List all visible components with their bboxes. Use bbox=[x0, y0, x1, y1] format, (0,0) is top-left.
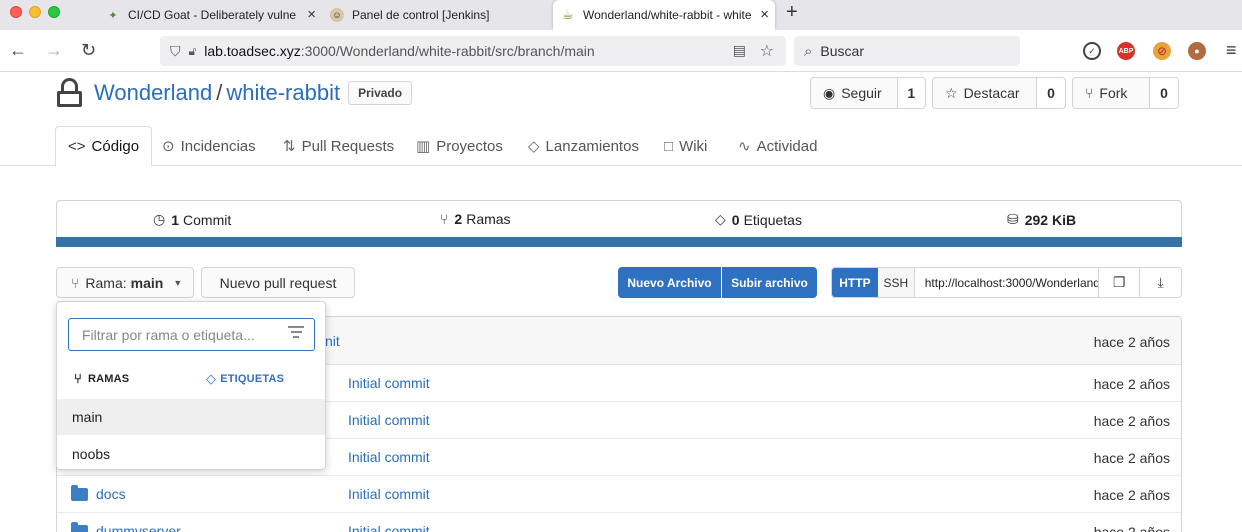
book-icon: □ bbox=[664, 137, 674, 155]
new-pull-request-button[interactable]: Nuevo pull request bbox=[201, 267, 355, 298]
branch-item-noobs[interactable]: noobs bbox=[57, 436, 325, 472]
download-icon[interactable]: ⤓ bbox=[1140, 268, 1181, 297]
pocket-icon[interactable]: ✓ bbox=[1083, 42, 1101, 60]
tab-wiki[interactable]: □ Wiki bbox=[664, 126, 707, 166]
reload-icon[interactable]: ↻ bbox=[81, 40, 96, 60]
tab-issues[interactable]: ⊙ Incidencias bbox=[162, 126, 256, 166]
eye-icon: ◉ bbox=[823, 84, 836, 101]
issue-circle-icon: ⊙ bbox=[162, 138, 175, 155]
shield-icon[interactable]: ⛉ bbox=[170, 43, 181, 60]
private-lock-icon bbox=[56, 78, 84, 108]
reader-view-icon[interactable]: ▤ bbox=[733, 42, 746, 59]
close-tab-icon[interactable]: × bbox=[760, 7, 769, 22]
browser-tab-cicd-goat[interactable]: ✦ CI/CD Goat - Deliberately vulner × bbox=[106, 0, 322, 30]
table-row[interactable]: dummyserver Initial commit hace 2 años bbox=[57, 513, 1181, 532]
no-script-icon[interactable]: ⊘ bbox=[1153, 42, 1171, 60]
branch-dropdown-menu: Filtrar por rama o etiqueta... ⑂ RAMAS ◇… bbox=[56, 301, 326, 470]
search-icon: ⌕ bbox=[804, 42, 813, 60]
fork-button[interactable]: ⑂ Fork 0 bbox=[1072, 77, 1179, 109]
branch-icon: ⑂ bbox=[71, 274, 80, 291]
search-bar[interactable]: ⌕ Buscar bbox=[794, 36, 1020, 66]
project-board-icon: ▥ bbox=[416, 138, 431, 155]
watch-count[interactable]: 1 bbox=[898, 78, 925, 108]
pull-request-icon: ⇅ bbox=[283, 138, 296, 155]
clone-url-input[interactable]: http://localhost:3000/Wonderland/white-r… bbox=[915, 268, 1100, 297]
browser-tab-jenkins[interactable]: ☺ Panel de control [Jenkins] bbox=[330, 0, 546, 30]
repo-header: Wonderland / white-rabbit Privado bbox=[56, 76, 413, 110]
back-arrow-icon[interactable]: ← bbox=[9, 40, 27, 60]
repo-owner-link[interactable]: Wonderland bbox=[94, 80, 212, 106]
folder-icon bbox=[71, 521, 88, 532]
new-tab-icon[interactable]: + bbox=[786, 1, 798, 24]
gitea-favicon-icon: ☕ bbox=[562, 7, 574, 22]
watch-button[interactable]: ◉ Seguir 1 bbox=[810, 77, 926, 109]
branch-icon: ⑂ bbox=[440, 211, 449, 227]
latest-commit-time: hace 2 años bbox=[1093, 334, 1170, 350]
ssh-toggle[interactable]: SSH bbox=[877, 268, 915, 297]
tab-releases[interactable]: ◇ Lanzamientos bbox=[528, 126, 639, 166]
tab-branches[interactable]: ⑂ RAMAS bbox=[74, 371, 129, 386]
tags-stat[interactable]: ◇ 0 Etiquetas bbox=[715, 211, 802, 228]
language-bar[interactable] bbox=[56, 237, 1182, 247]
latest-commit-message[interactable]: nit bbox=[325, 333, 340, 349]
code-icon: <> bbox=[68, 138, 86, 155]
tag-icon: ◇ bbox=[206, 371, 217, 386]
bookmark-star-icon[interactable]: ☆ bbox=[760, 41, 774, 61]
history-icon: ◷ bbox=[153, 211, 166, 227]
url-bar[interactable]: ⛉ 🔓︎ lab.toadsec.xyz :3000/Wonderland/wh… bbox=[160, 36, 786, 66]
tab-tags[interactable]: ◇ ETIQUETAS bbox=[206, 371, 284, 387]
jenkins-favicon-icon: ☺ bbox=[330, 8, 344, 22]
branch-selector-button[interactable]: ⑂ Rama: main ▼ bbox=[56, 267, 194, 298]
size-stat: ⛁ 292 KiB bbox=[1007, 211, 1077, 228]
tag-icon: ◇ bbox=[715, 211, 726, 227]
forward-arrow-icon[interactable]: → bbox=[45, 40, 63, 60]
url-path: :3000/Wonderland/white-rabbit/src/branch… bbox=[300, 43, 595, 59]
filter-icon bbox=[288, 326, 304, 341]
upload-file-button[interactable]: Subir archivo bbox=[722, 267, 817, 298]
commits-stat[interactable]: ◷ 1 Commit bbox=[153, 211, 231, 228]
repo-nav-tabs: <> Código ⊙ Incidencias ⇅ Pull Requests ▥ Pr… bbox=[0, 126, 1242, 167]
tab-pull-requests[interactable]: ⇅ Pull Requests bbox=[283, 126, 394, 166]
window-minimize-button[interactable] bbox=[29, 6, 41, 18]
goat-favicon-icon: ✦ bbox=[108, 9, 118, 22]
pulse-icon: ∿ bbox=[738, 138, 751, 155]
table-row[interactable]: docs Initial commit hace 2 años bbox=[57, 476, 1181, 513]
insecure-lock-icon[interactable]: 🔓︎ bbox=[189, 44, 197, 59]
clone-url-box: HTTP SSH http://localhost:3000/Wonderlan… bbox=[831, 267, 1182, 298]
copy-clipboard-icon[interactable]: ❐ bbox=[1099, 268, 1141, 297]
http-toggle[interactable]: HTTP bbox=[832, 268, 878, 297]
url-host: lab.toadsec.xyz bbox=[204, 43, 301, 59]
repo-name-link[interactable]: white-rabbit bbox=[226, 80, 340, 106]
tab-activity[interactable]: ∿ Actividad bbox=[738, 126, 817, 166]
window-zoom-button[interactable] bbox=[48, 6, 60, 18]
close-tab-icon[interactable]: × bbox=[307, 7, 316, 22]
database-icon: ⛁ bbox=[1007, 211, 1019, 227]
branch-filter-input[interactable]: Filtrar por rama o etiqueta... bbox=[68, 318, 315, 351]
fork-count[interactable]: 0 bbox=[1150, 78, 1178, 108]
branches-stat[interactable]: ⑂ 2 Ramas bbox=[440, 211, 511, 227]
visibility-badge: Privado bbox=[348, 81, 413, 105]
star-count[interactable]: 0 bbox=[1037, 78, 1065, 108]
browser-tab-white-rabbit[interactable]: ☕ Wonderland/white-rabbit - white × bbox=[553, 0, 775, 30]
browser-tab-bar: ✦ CI/CD Goat - Deliberately vulner × ☺ P… bbox=[0, 0, 1242, 30]
adblock-plus-icon[interactable]: ABP bbox=[1117, 42, 1135, 60]
folder-icon bbox=[71, 484, 88, 501]
branch-item-main[interactable]: main bbox=[57, 399, 325, 435]
tag-icon: ◇ bbox=[528, 138, 540, 155]
tab-projects[interactable]: ▥ Proyectos bbox=[416, 126, 503, 166]
branch-icon: ⑂ bbox=[74, 371, 82, 386]
star-button[interactable]: ☆ Destacar 0 bbox=[932, 77, 1066, 109]
caret-down-icon: ▼ bbox=[173, 277, 183, 288]
cookie-icon[interactable]: ● bbox=[1188, 42, 1206, 60]
browser-nav-bar: ← → ↻ ⛉ 🔓︎ lab.toadsec.xyz :3000/Wonderl… bbox=[0, 30, 1242, 72]
window-close-button[interactable] bbox=[10, 6, 22, 18]
hamburger-menu-icon[interactable]: ≡ bbox=[1226, 40, 1237, 61]
fork-icon: ⑂ bbox=[1085, 85, 1094, 101]
star-icon: ☆ bbox=[945, 84, 958, 101]
new-file-button[interactable]: Nuevo Archivo bbox=[618, 267, 721, 298]
tab-code[interactable]: <> Código bbox=[55, 126, 153, 167]
